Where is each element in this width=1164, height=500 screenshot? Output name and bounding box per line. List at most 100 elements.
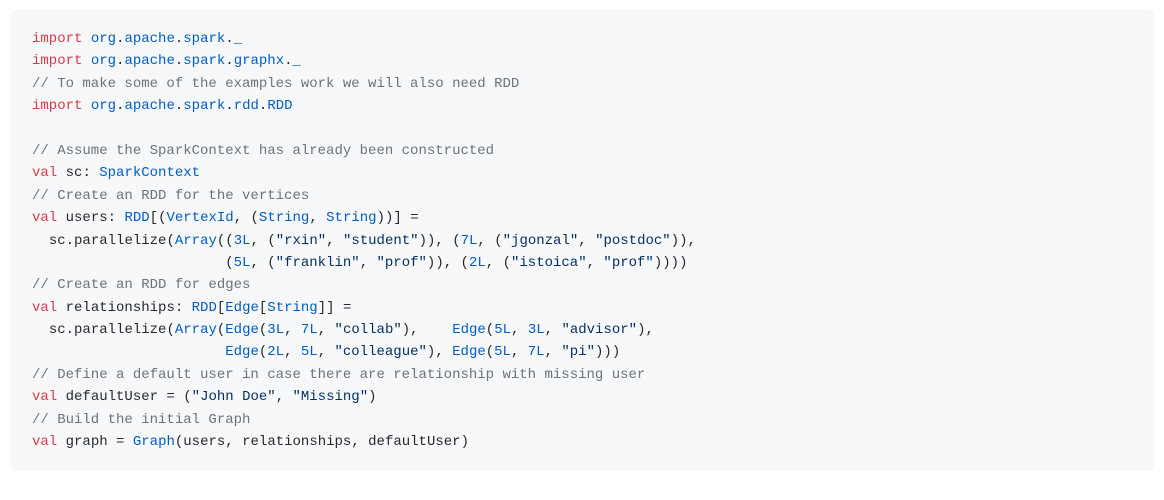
lparen: ( — [452, 233, 460, 249]
indent — [32, 255, 225, 271]
rparen: ) — [612, 344, 620, 360]
eq: = — [343, 300, 351, 316]
rbrack: ] — [393, 210, 401, 226]
text — [82, 53, 90, 69]
text — [242, 210, 250, 226]
str-johndoe: "John Doe" — [192, 389, 276, 405]
comma: , — [351, 434, 359, 450]
type-array: Array — [175, 322, 217, 338]
comment: // Create an RDD for the vertices — [32, 188, 309, 204]
comma: , — [477, 233, 485, 249]
keyword-import: import — [32, 53, 82, 69]
id-defaultuser: defaultUser — [368, 434, 460, 450]
comma: , — [435, 344, 443, 360]
comma: , — [284, 322, 292, 338]
indent — [32, 233, 49, 249]
text — [452, 255, 460, 271]
type-edge: Edge — [225, 322, 259, 338]
rparen: ) — [671, 233, 679, 249]
text — [293, 322, 301, 338]
str-istoica: "istoica" — [511, 255, 587, 271]
rparen: ) — [419, 233, 427, 249]
text — [326, 322, 334, 338]
dot: . — [225, 31, 233, 47]
type-edge: Edge — [225, 344, 259, 360]
lparen: ( — [486, 322, 494, 338]
text — [108, 434, 116, 450]
colon: : — [175, 300, 183, 316]
pkg-org: org — [91, 98, 116, 114]
rbrack: ] — [326, 300, 334, 316]
dot: . — [66, 322, 74, 338]
type-string: String — [326, 210, 376, 226]
rparen: ) — [603, 344, 611, 360]
lparen: ( — [503, 255, 511, 271]
text — [368, 255, 376, 271]
text — [175, 389, 183, 405]
indent — [32, 322, 49, 338]
comma: , — [309, 210, 317, 226]
str-colleague: "colleague" — [335, 344, 427, 360]
type-rdd: RDD — [124, 210, 149, 226]
pkg-rdd: rdd — [234, 98, 259, 114]
text — [259, 255, 267, 271]
rparen: ) — [671, 255, 679, 271]
type-rdd: RDD — [267, 98, 292, 114]
type-edge: Edge — [225, 300, 259, 316]
lparen: ( — [259, 344, 267, 360]
text — [82, 31, 90, 47]
text — [57, 389, 65, 405]
text — [124, 434, 132, 450]
str-advisor: "advisor" — [561, 322, 637, 338]
text — [335, 300, 343, 316]
num-7l: 7L — [528, 344, 545, 360]
text — [360, 434, 368, 450]
type-edge: Edge — [452, 344, 486, 360]
lparen: ( — [225, 255, 233, 271]
lparen: ( — [494, 233, 502, 249]
text — [318, 210, 326, 226]
pkg-spark: spark — [183, 53, 225, 69]
comment: // To make some of the examples work we … — [32, 76, 519, 92]
comma: , — [318, 344, 326, 360]
keyword-import: import — [32, 98, 82, 114]
text — [519, 322, 527, 338]
rparen: ) — [461, 434, 469, 450]
text — [57, 300, 65, 316]
dot: . — [225, 53, 233, 69]
type-rdd: RDD — [192, 300, 217, 316]
dot: . — [66, 233, 74, 249]
comma: , — [276, 389, 284, 405]
num-2l: 2L — [267, 344, 284, 360]
text — [326, 344, 334, 360]
str-franklin: "franklin" — [276, 255, 360, 271]
text — [335, 233, 343, 249]
dot: . — [225, 98, 233, 114]
id-relationships: relationships — [242, 434, 351, 450]
str-missing: "Missing" — [293, 389, 369, 405]
eq: = — [410, 210, 418, 226]
comma: , — [486, 255, 494, 271]
keyword-import: import — [32, 31, 82, 47]
id-users: users — [66, 210, 108, 226]
str-prof: "prof" — [377, 255, 427, 271]
pkg-graphx: graphx — [234, 53, 284, 69]
str-rxin: "rxin" — [276, 233, 326, 249]
id-sc: sc — [49, 322, 66, 338]
keyword-val: val — [32, 300, 57, 316]
type-graph: Graph — [133, 434, 175, 450]
rparen: ) — [654, 255, 662, 271]
id-graph: graph — [66, 434, 108, 450]
str-collab: "collab" — [335, 322, 402, 338]
lparen: ( — [267, 233, 275, 249]
keyword-val: val — [32, 210, 57, 226]
rparen: ) — [679, 255, 687, 271]
colon: : — [82, 165, 90, 181]
id-defaultuser: defaultUser — [66, 389, 158, 405]
rparen: ) — [435, 255, 443, 271]
wildcard: _ — [234, 31, 242, 47]
pkg-org: org — [91, 53, 116, 69]
num-2l: 2L — [469, 255, 486, 271]
lparen: ( — [251, 210, 259, 226]
type-array: Array — [175, 233, 217, 249]
